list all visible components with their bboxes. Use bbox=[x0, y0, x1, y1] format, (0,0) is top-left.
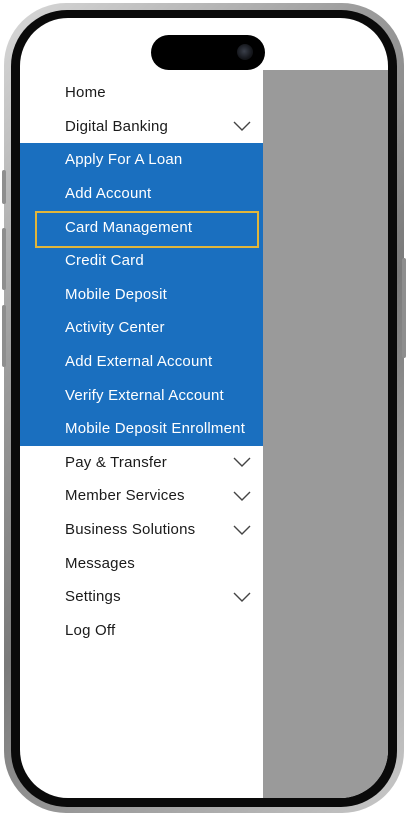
menu-item-member-services[interactable]: Member Services bbox=[20, 479, 263, 513]
menu-item-label: Business Solutions bbox=[65, 521, 196, 539]
menu-item-label: Log Off bbox=[65, 621, 116, 639]
chevron-down-icon bbox=[233, 525, 251, 535]
submenu-item-label: Add Account bbox=[65, 185, 152, 203]
chevron-down-icon bbox=[233, 592, 251, 602]
submenu-item-add-account[interactable]: Add Account bbox=[20, 177, 263, 211]
screen: Home Digital Banking Apply For A Loan Ad… bbox=[20, 18, 388, 798]
submenu-item-apply-for-a-loan[interactable]: Apply For A Loan bbox=[20, 143, 263, 177]
submenu-item-mobile-deposit[interactable]: Mobile Deposit bbox=[20, 278, 263, 312]
action-button bbox=[2, 170, 6, 204]
menu-item-label: Digital Banking bbox=[65, 117, 169, 135]
chevron-down-icon bbox=[233, 121, 251, 132]
menu-item-label: Settings bbox=[65, 588, 121, 606]
submenu-item-label: Add External Account bbox=[65, 353, 213, 371]
menu-item-settings[interactable]: Settings bbox=[20, 580, 263, 614]
menu-item-label: Messages bbox=[65, 554, 135, 572]
menu-item-label: Home bbox=[65, 84, 106, 102]
submenu-item-add-external-account[interactable]: Add External Account bbox=[20, 345, 263, 379]
submenu-item-label: Mobile Deposit Enrollment bbox=[65, 420, 246, 438]
side-menu: Home Digital Banking Apply For A Loan Ad… bbox=[20, 76, 263, 647]
menu-item-pay-transfer[interactable]: Pay & Transfer bbox=[20, 446, 263, 480]
submenu-item-label: Mobile Deposit bbox=[65, 285, 168, 303]
submenu-item-label: Apply For A Loan bbox=[65, 151, 183, 169]
chevron-down-icon bbox=[233, 457, 251, 468]
menu-backdrop-overlay[interactable] bbox=[263, 70, 388, 798]
dynamic-island bbox=[151, 35, 265, 70]
menu-item-business-solutions[interactable]: Business Solutions bbox=[20, 513, 263, 547]
submenu-item-card-management[interactable]: Card Management bbox=[20, 210, 263, 248]
menu-item-digital-banking[interactable]: Digital Banking bbox=[20, 110, 263, 144]
menu-item-log-off[interactable]: Log Off bbox=[20, 614, 263, 648]
submenu-item-label: Card Management bbox=[65, 218, 193, 236]
menu-item-label: Pay & Transfer bbox=[65, 453, 168, 471]
camera-icon bbox=[237, 44, 253, 60]
chevron-down-icon bbox=[233, 491, 251, 501]
power-button bbox=[402, 258, 406, 358]
submenu-item-mobile-deposit-enrollment[interactable]: Mobile Deposit Enrollment bbox=[20, 412, 263, 446]
submenu-item-verify-external-account[interactable]: Verify External Account bbox=[20, 378, 263, 412]
submenu-item-label: Credit Card bbox=[65, 252, 144, 270]
submenu-item-label: Activity Center bbox=[65, 319, 165, 337]
digital-banking-submenu: Apply For A Loan Add Account Card Manage… bbox=[20, 143, 263, 446]
submenu-item-activity-center[interactable]: Activity Center bbox=[20, 311, 263, 345]
menu-item-messages[interactable]: Messages bbox=[20, 546, 263, 580]
menu-item-label: Member Services bbox=[65, 487, 185, 505]
volume-down-button bbox=[2, 305, 6, 367]
submenu-item-credit-card[interactable]: Credit Card bbox=[20, 244, 263, 278]
volume-up-button bbox=[2, 228, 6, 290]
submenu-item-label: Verify External Account bbox=[65, 386, 224, 404]
menu-item-home[interactable]: Home bbox=[20, 76, 263, 110]
